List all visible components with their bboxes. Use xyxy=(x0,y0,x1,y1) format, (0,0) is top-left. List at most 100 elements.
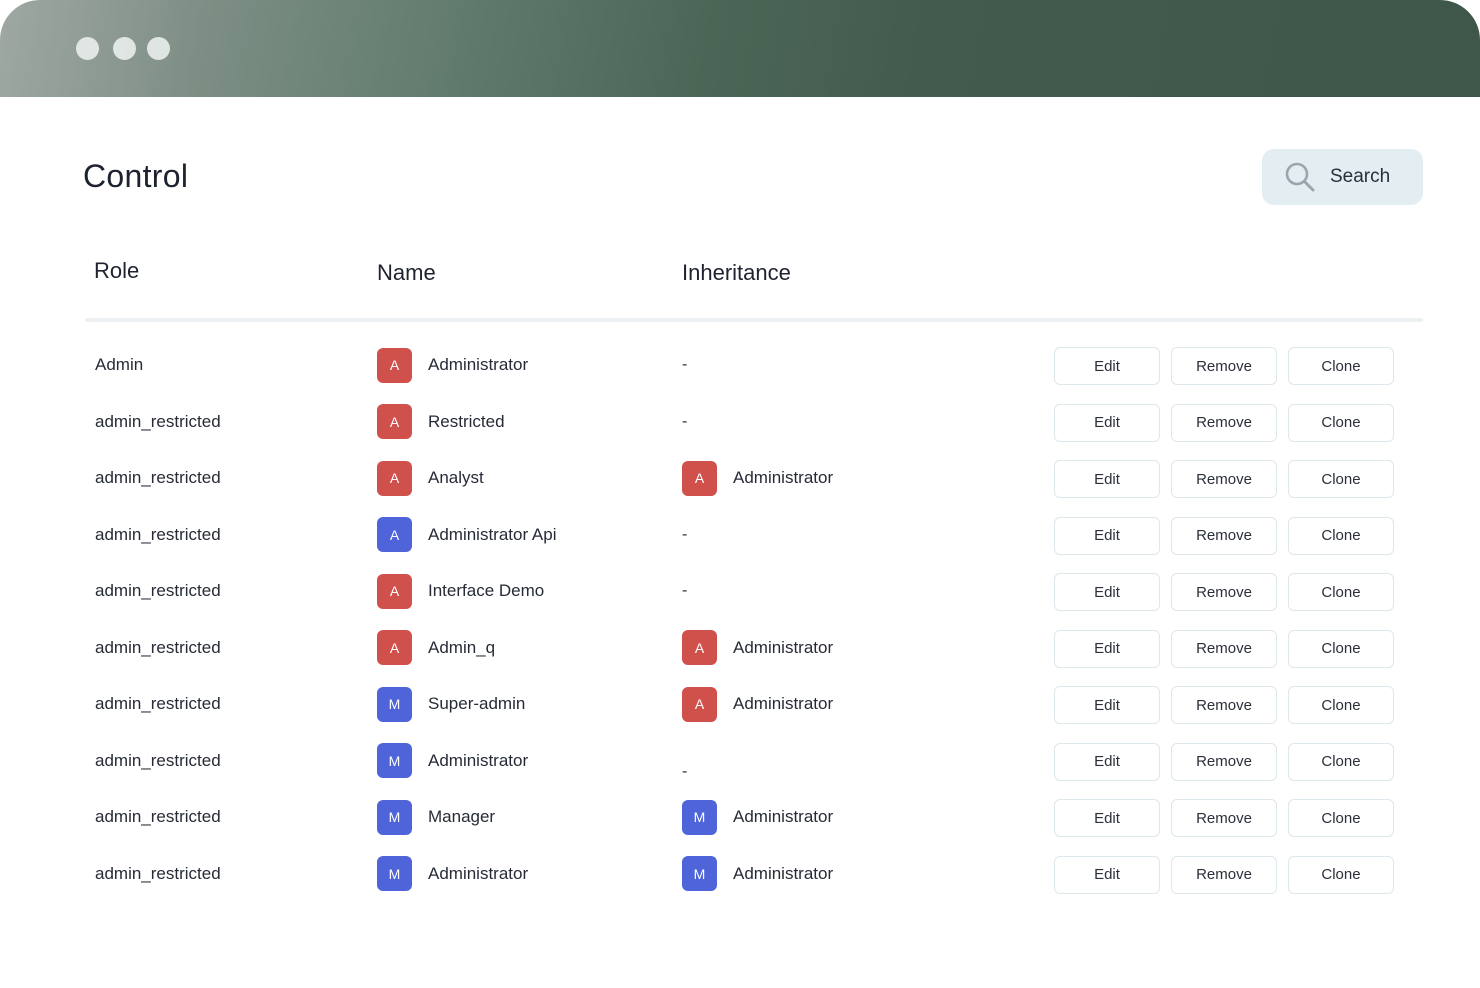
empty-inheritance: - xyxy=(682,412,688,430)
search-icon xyxy=(1284,161,1316,193)
inheritance-cell: - xyxy=(682,573,687,609)
inheritance-cell: A Administrator xyxy=(682,630,833,666)
inheritance-label: Administrator xyxy=(733,637,834,657)
avatar: A xyxy=(682,686,717,722)
edit-button[interactable]: Edit xyxy=(1054,742,1160,781)
remove-button[interactable]: Remove xyxy=(1171,686,1277,724)
clone-button[interactable]: Clone xyxy=(1288,403,1394,442)
role-cell: admin_restricted xyxy=(95,411,221,431)
table-row: admin_restricted A Administrator Api - Edit R… xyxy=(0,507,1480,564)
edit-button[interactable]: Edit xyxy=(1054,516,1160,555)
name-cell: A Analyst xyxy=(377,460,484,496)
clone-button[interactable]: Clone xyxy=(1288,516,1394,555)
app-window: Control Search Role Name Inheritance Adm… xyxy=(0,0,1480,988)
remove-button[interactable]: Remove xyxy=(1171,855,1277,894)
role-cell: Admin xyxy=(95,355,144,374)
clone-button[interactable]: Clone xyxy=(1288,799,1394,837)
inheritance-cell: - xyxy=(682,347,687,383)
name-label: Administrator xyxy=(428,863,529,883)
role-cell: admin_restricted xyxy=(95,637,221,657)
table-row: admin_restricted M Manager M Administrator Ed… xyxy=(0,789,1480,846)
remove-button[interactable]: Remove xyxy=(1171,460,1277,498)
remove-button[interactable]: Remove xyxy=(1171,629,1277,668)
window-titlebar xyxy=(0,0,1480,97)
page-title: Control xyxy=(83,158,189,194)
edit-button[interactable]: Edit xyxy=(1054,573,1160,611)
name-label: Manager xyxy=(428,807,496,826)
edit-button[interactable]: Edit xyxy=(1054,855,1160,894)
clone-button[interactable]: Clone xyxy=(1288,573,1394,611)
remove-button[interactable]: Remove xyxy=(1171,403,1277,442)
role-cell: admin_restricted xyxy=(95,694,221,713)
role-cell: admin_restricted xyxy=(95,863,221,883)
avatar: M xyxy=(377,799,412,835)
edit-button[interactable]: Edit xyxy=(1054,460,1160,498)
remove-button[interactable]: Remove xyxy=(1171,347,1277,385)
name-label: Interface Demo xyxy=(428,581,545,600)
table-row: admin_restricted A Interface Demo - Edit Remo… xyxy=(0,563,1480,620)
role-cell: admin_restricted xyxy=(95,524,221,544)
name-label: Analyst xyxy=(428,468,484,487)
table-row: admin_restricted M Super-admin A Administrat… xyxy=(0,676,1480,733)
edit-button[interactable]: Edit xyxy=(1054,799,1160,837)
window-dot-3[interactable] xyxy=(147,37,170,60)
clone-button[interactable]: Clone xyxy=(1288,855,1394,894)
inheritance-label: Administrator xyxy=(733,694,834,713)
name-cell: A Admin_q xyxy=(377,630,495,666)
remove-button[interactable]: Remove xyxy=(1171,799,1277,837)
name-cell: A Administrator Api xyxy=(377,517,557,553)
clone-button[interactable]: Clone xyxy=(1288,347,1394,385)
empty-inheritance: - xyxy=(682,762,688,780)
table-row: admin_restricted M Administrator M Administr… xyxy=(0,846,1480,903)
inheritance-cell: A Administrator xyxy=(682,460,833,496)
table-row: admin_restricted A Analyst A Administrator Ed… xyxy=(0,450,1480,507)
remove-button[interactable]: Remove xyxy=(1171,516,1277,555)
inheritance-cell: M Administrator xyxy=(682,856,833,892)
clone-button[interactable]: Clone xyxy=(1288,686,1394,724)
name-label: Administrator Api xyxy=(428,524,557,544)
window-dot-2[interactable] xyxy=(113,37,136,60)
clone-button[interactable]: Clone xyxy=(1288,629,1394,668)
edit-button[interactable]: Edit xyxy=(1054,347,1160,385)
search-button[interactable]: Search xyxy=(1262,149,1423,205)
name-label: Admin_q xyxy=(428,637,496,657)
header-divider xyxy=(85,318,1423,322)
avatar: A xyxy=(377,460,412,496)
name-cell: A Administrator xyxy=(377,347,528,383)
avatar: A xyxy=(377,517,412,552)
inheritance-label: Administrator xyxy=(733,468,834,487)
name-label: Restricted xyxy=(428,411,505,431)
edit-button[interactable]: Edit xyxy=(1054,629,1160,668)
avatar: M xyxy=(377,743,412,778)
empty-inheritance: - xyxy=(682,525,688,543)
edit-button[interactable]: Edit xyxy=(1054,403,1160,442)
role-cell: admin_restricted xyxy=(95,750,221,770)
clone-button[interactable]: Clone xyxy=(1288,460,1394,498)
avatar: A xyxy=(377,404,412,439)
name-label: Super-admin xyxy=(428,694,526,713)
avatar: A xyxy=(682,630,717,665)
window-dot-1[interactable] xyxy=(76,37,99,60)
table-row: admin_restricted M Administrator - Edit Remov… xyxy=(0,733,1480,790)
edit-button[interactable]: Edit xyxy=(1054,686,1160,724)
table-row: admin_restricted A Admin_q A Administrator Ed… xyxy=(0,620,1480,677)
name-label: Administrator xyxy=(428,355,529,374)
roles-table-body: Admin A Administrator - Edit Remove Clone admin… xyxy=(0,337,1480,902)
column-header-role: Role xyxy=(94,258,140,283)
avatar: A xyxy=(377,630,412,665)
name-cell: M Administrator xyxy=(377,743,528,779)
clone-button[interactable]: Clone xyxy=(1288,742,1394,781)
name-cell: M Administrator xyxy=(377,856,528,892)
inheritance-cell: M Administrator xyxy=(682,799,833,835)
remove-button[interactable]: Remove xyxy=(1171,573,1277,611)
name-cell: A Interface Demo xyxy=(377,573,544,609)
inheritance-label: Administrator xyxy=(733,807,834,826)
avatar: A xyxy=(377,573,412,609)
inheritance-cell: - xyxy=(682,743,687,780)
inheritance-cell: - xyxy=(682,517,687,553)
name-cell: M Super-admin xyxy=(377,686,525,722)
remove-button[interactable]: Remove xyxy=(1171,742,1277,781)
search-label: Search xyxy=(1330,166,1391,187)
table-row: Admin A Administrator - Edit Remove Clone xyxy=(0,337,1480,394)
role-cell: admin_restricted xyxy=(95,468,221,487)
